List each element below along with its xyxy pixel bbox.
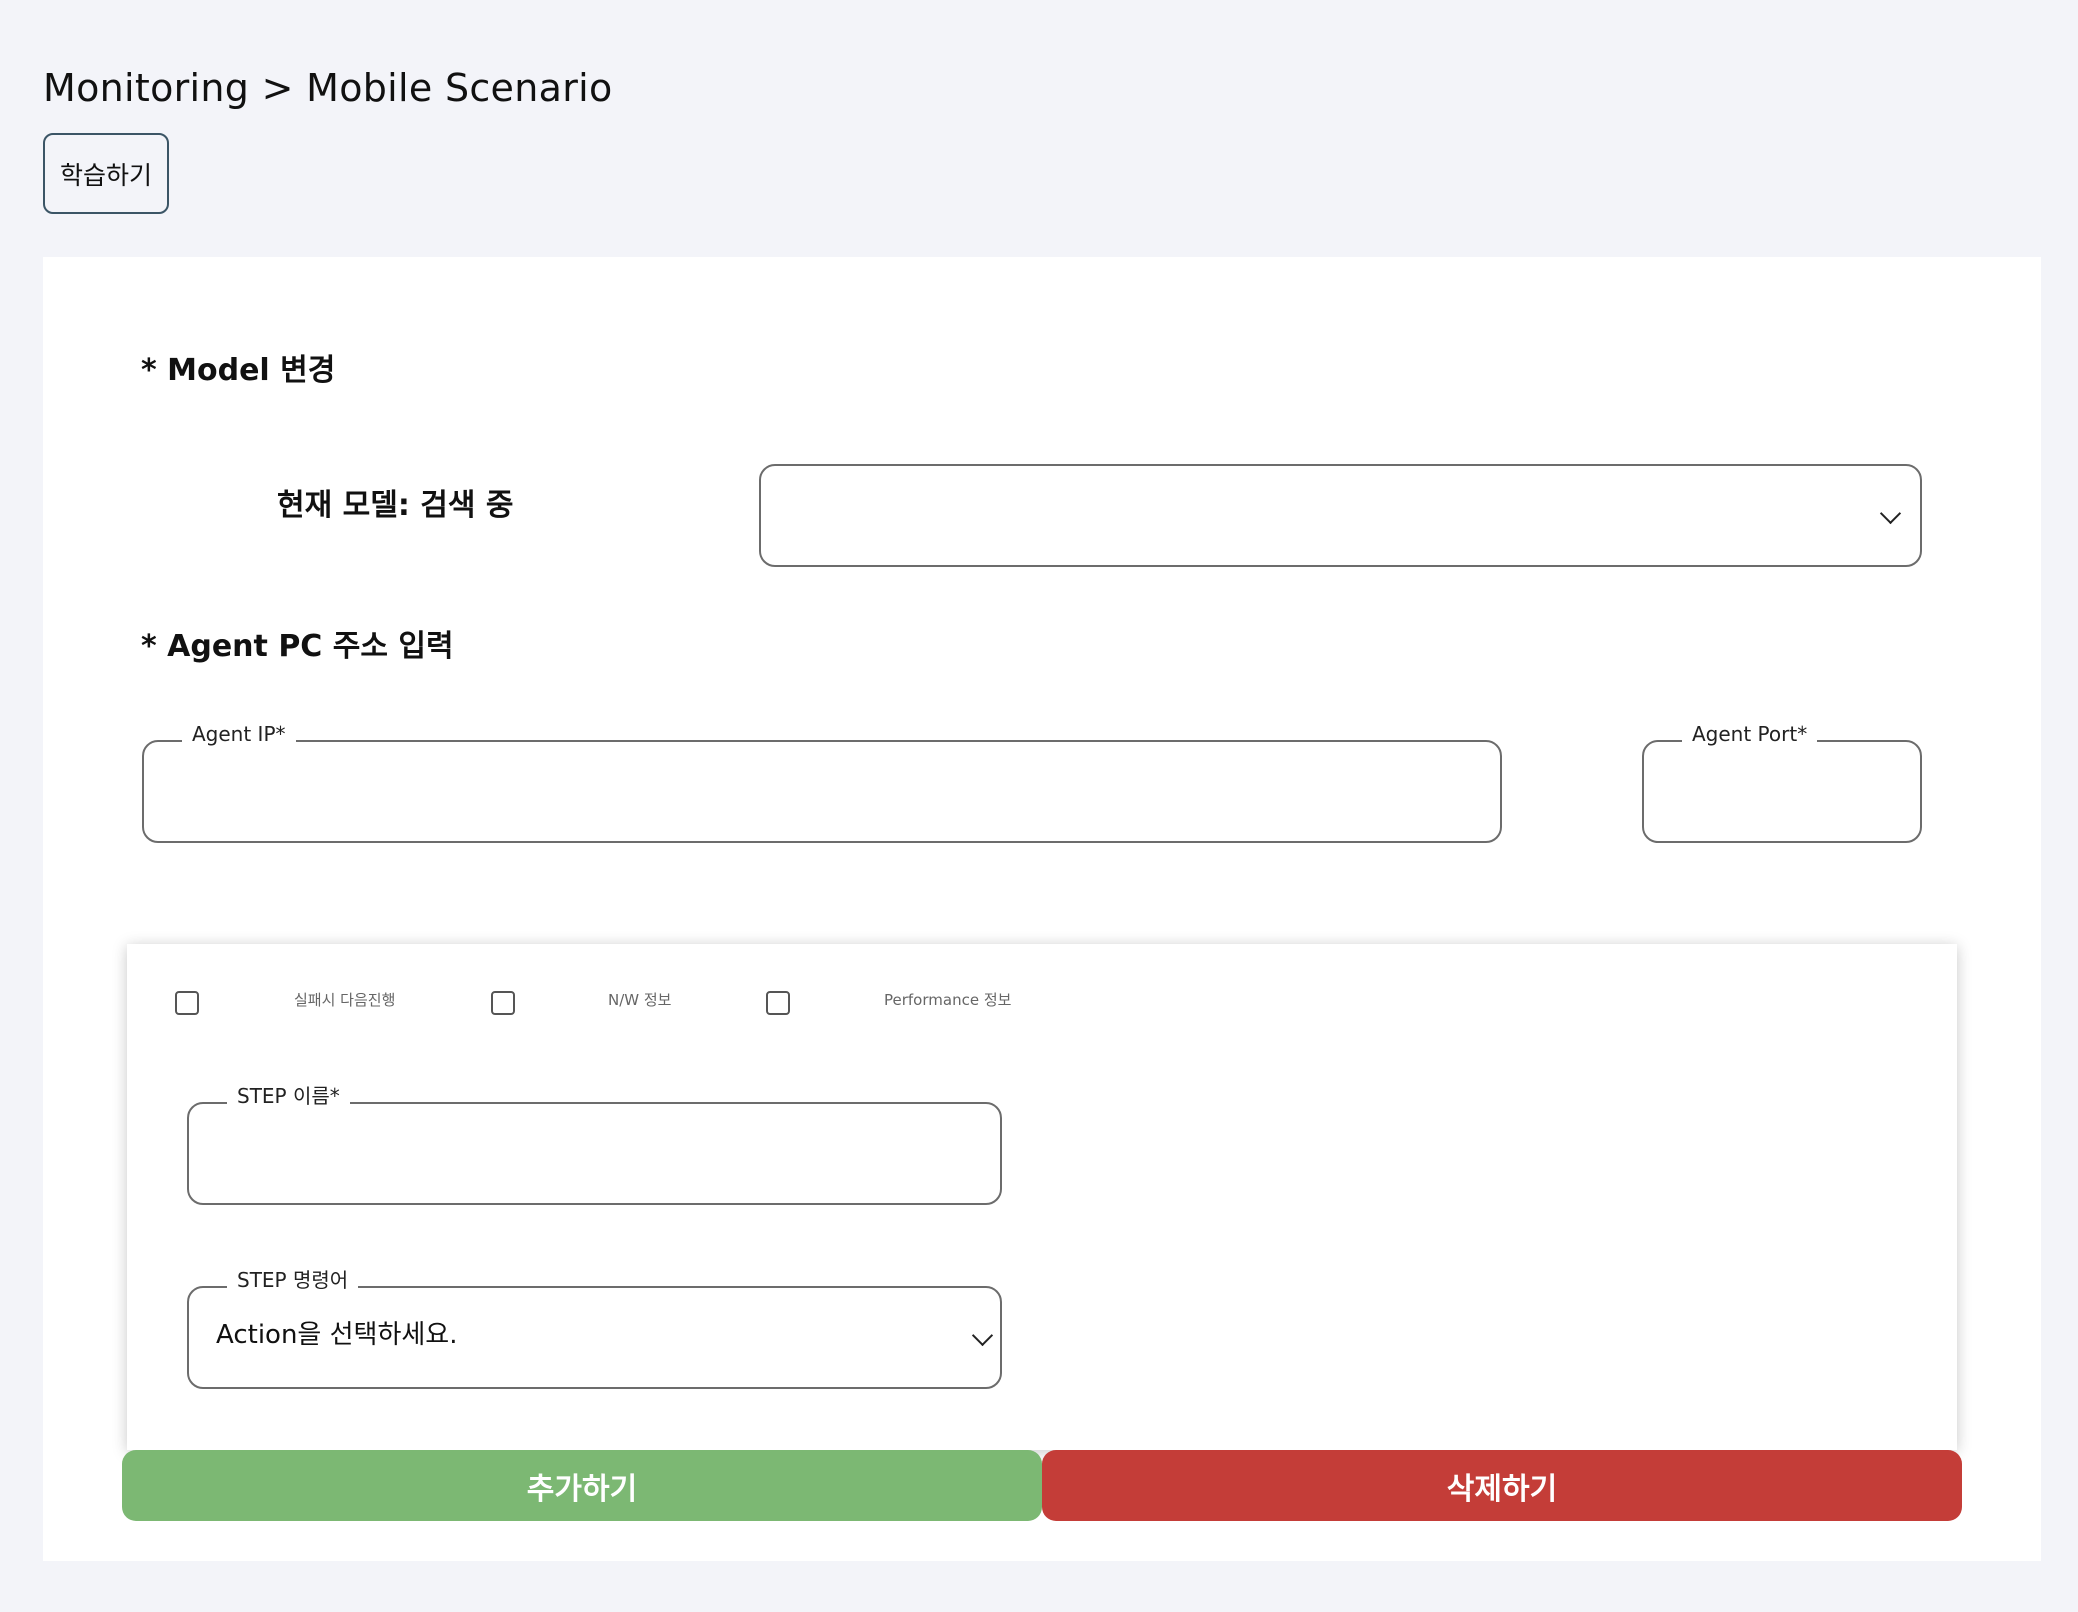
agent-ip-label: Agent IP* (182, 722, 296, 746)
learn-button[interactable]: 학습하기 (43, 133, 169, 214)
step-name-field[interactable]: STEP 이름* (187, 1084, 1002, 1205)
step-command-value: Action을 선택하세요. (216, 1320, 458, 1350)
agent-ip-field[interactable]: Agent IP* (142, 722, 1502, 843)
model-section-title: * Model 변경 (141, 353, 336, 388)
step-command-label: STEP 명령어 (227, 1268, 359, 1292)
add-button[interactable]: 추가하기 (122, 1450, 1042, 1521)
current-model-label: 현재 모델: 검색 중 (277, 488, 514, 523)
agent-port-label: Agent Port* (1682, 722, 1818, 746)
network-info-checkbox[interactable] (491, 991, 515, 1015)
breadcrumb: Monitoring > Mobile Scenario (43, 66, 613, 110)
performance-info-label: Performance 정보 (884, 991, 1012, 1009)
delete-button[interactable]: 삭제하기 (1042, 1450, 1962, 1521)
continue-on-failure-label: 실패시 다음진행 (294, 991, 396, 1009)
step-command-select[interactable]: STEP 명령어 Action을 선택하세요. (187, 1268, 1002, 1389)
agent-port-field[interactable]: Agent Port* (1642, 722, 1922, 843)
chevron-down-icon (1879, 502, 1902, 525)
continue-on-failure-checkbox[interactable] (175, 991, 199, 1015)
network-info-label: N/W 정보 (608, 991, 672, 1009)
performance-info-checkbox[interactable] (766, 991, 790, 1015)
model-select[interactable] (759, 464, 1922, 567)
step-name-label: STEP 이름* (227, 1084, 350, 1108)
agent-section-title: * Agent PC 주소 입력 (141, 629, 454, 664)
chevron-down-icon (971, 1324, 994, 1347)
